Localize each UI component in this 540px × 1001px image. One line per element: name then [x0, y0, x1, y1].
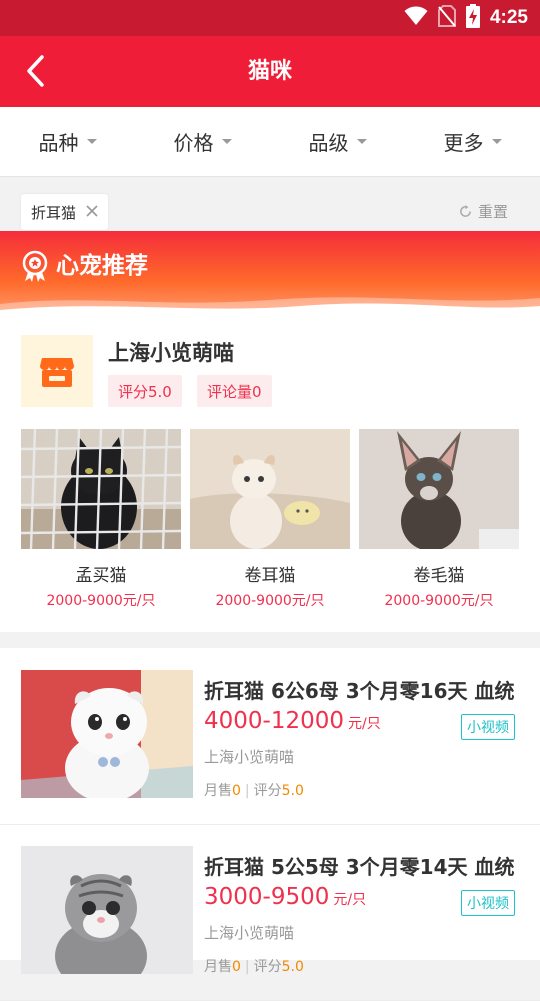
filter-label: 品级	[308, 131, 349, 155]
product-card[interactable]: 卷毛猫 2000-9000元/只	[359, 429, 519, 610]
shop-logo	[21, 335, 93, 407]
reset-label: 重置	[477, 203, 508, 221]
listing-shop: 上海小览萌喵	[204, 748, 295, 766]
reset-button[interactable]: 重置	[458, 201, 508, 222]
product-card[interactable]: 孟买猫 2000-9000元/只	[21, 429, 181, 610]
filter-grade[interactable]: 品级	[270, 107, 405, 176]
refresh-icon	[460, 204, 471, 217]
battery-charging-icon	[465, 4, 480, 32]
listing-item[interactable]: 折耳猫 6公6母 3个月零16天 血统 4000-12000 元/只 小视频 上海…	[0, 648, 540, 825]
product-image	[359, 429, 519, 549]
rating-label: 评分	[253, 783, 282, 799]
listing-shop: 上海小览萌喵	[204, 924, 295, 942]
shop-products: 孟买猫 2000-9000元/只 卷耳猫 2000-9000元/只 卷毛猫 20…	[21, 429, 519, 609]
filter-price[interactable]: 价格	[135, 107, 270, 176]
product-name: 卷毛猫	[413, 566, 465, 586]
caret-down-icon	[86, 139, 97, 144]
caret-down-icon	[221, 139, 232, 144]
listing-image	[21, 846, 193, 974]
product-price: 2000-9000元/只	[215, 593, 325, 609]
product-name: 孟买猫	[75, 566, 127, 586]
app-bar: 猫咪	[0, 36, 540, 107]
listing-list: 折耳猫 6公6母 3个月零16天 血统 4000-12000 元/只 小视频 上海…	[0, 648, 540, 1001]
banner-wave	[0, 297, 540, 316]
page-title: 猫咪	[247, 59, 292, 84]
filter-label: 更多	[443, 131, 484, 155]
filter-more[interactable]: 更多	[405, 107, 540, 176]
product-image	[190, 429, 350, 549]
filter-label: 价格	[173, 131, 214, 155]
chip-label: 折耳猫	[31, 203, 77, 222]
sales-label: 月售	[204, 959, 232, 975]
filter-breed[interactable]: 品种	[0, 107, 135, 176]
price-value: 3000-9500	[204, 884, 330, 910]
listing-item[interactable]: 折耳猫 5公5母 3个月零14天 血统 3000-9500 元/只 小视频 上海小…	[0, 824, 540, 1001]
back-button[interactable]	[18, 54, 52, 88]
rating-value: 5.0	[281, 959, 304, 975]
listing-image	[21, 670, 193, 798]
filter-bar: 品种 价格 品级 更多	[0, 107, 540, 177]
listing-title: 折耳猫 6公6母 3个月零16天 血统	[204, 679, 515, 703]
sales-count: 0	[232, 959, 241, 975]
listing-stats: 月售0 | 评分5.0	[204, 956, 304, 976]
listing-title: 折耳猫 5公5母 3个月零14天 血统	[204, 855, 515, 879]
caret-down-icon	[356, 139, 367, 144]
price-unit: 元/只	[348, 716, 381, 732]
chevron-left-icon	[27, 55, 44, 87]
active-filter-chip[interactable]: 折耳猫	[21, 194, 109, 230]
shop-icon	[40, 358, 74, 387]
medal-icon	[22, 250, 48, 282]
status-time: 4:25	[489, 7, 528, 28]
product-price: 2000-9000元/只	[384, 593, 494, 609]
divider: |	[244, 959, 250, 975]
active-filters-row: 折耳猫 重置	[0, 177, 540, 231]
status-bar: 4:25	[0, 0, 540, 36]
banner-title: 心宠推荐	[56, 253, 148, 279]
recommend-banner: 心宠推荐	[0, 231, 540, 316]
divider: |	[244, 783, 250, 799]
product-name: 卷耳猫	[244, 566, 296, 586]
product-card[interactable]: 卷耳猫 2000-9000元/只	[190, 429, 350, 610]
shop-name: 上海小览萌喵	[108, 341, 234, 365]
product-image	[21, 429, 181, 549]
review-count-tag: 评论量0	[197, 375, 272, 407]
price-value: 4000-12000	[204, 708, 344, 734]
rating-value: 5.0	[281, 783, 304, 799]
price-unit: 元/只	[333, 892, 367, 908]
product-price: 2000-9000元/只	[46, 593, 156, 609]
rating-tag: 评分5.0	[108, 375, 182, 407]
listing-stats: 月售0 | 评分5.0	[204, 780, 304, 800]
filter-label: 品种	[38, 131, 79, 155]
no-sim-icon	[437, 5, 456, 31]
shop-card[interactable]: 上海小览萌喵 评分5.0 评论量0 孟买猫 2000-9000元/只 卷耳猫 2…	[0, 316, 540, 632]
video-badge[interactable]: 小视频	[461, 890, 515, 916]
close-icon[interactable]	[86, 203, 98, 221]
sales-label: 月售	[204, 783, 232, 799]
rating-label: 评分	[253, 959, 282, 975]
wifi-icon	[404, 6, 428, 30]
listing-price: 3000-9500 元/只	[204, 884, 366, 910]
video-badge[interactable]: 小视频	[461, 714, 515, 740]
sales-count: 0	[232, 783, 241, 799]
listing-price: 4000-12000 元/只	[204, 708, 381, 734]
caret-down-icon	[491, 139, 502, 144]
